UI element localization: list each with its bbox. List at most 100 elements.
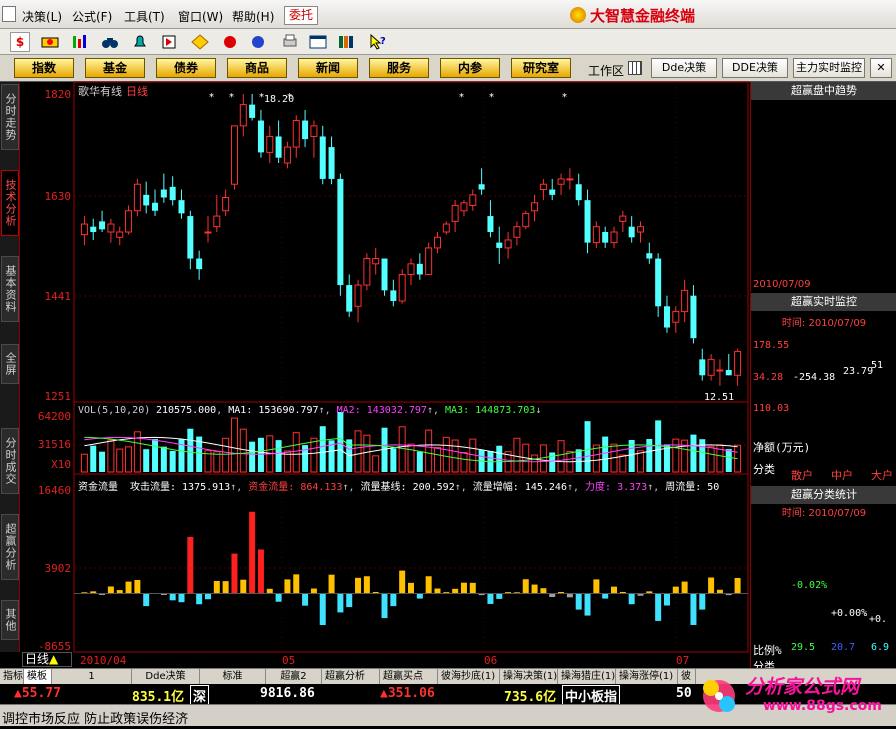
flow-bar [585, 594, 591, 616]
bottom-tab-chaoying2[interactable]: 超赢2 [266, 669, 322, 685]
star-marker: * [229, 92, 234, 103]
volume-bar [152, 439, 158, 472]
flow-bar [408, 583, 414, 594]
flow-legend-item: 攻击流量: 1375.913 [130, 482, 230, 493]
bottom-tab-standard[interactable]: 标准 [200, 669, 266, 685]
volume-bar [637, 451, 643, 472]
bottom-tab-chaoying-buy[interactable]: 超赢买点 [380, 669, 438, 685]
candle-body [311, 126, 317, 137]
volume-bar [117, 449, 123, 472]
stats-ratio-label: 比例% [753, 642, 782, 658]
flow-bar [461, 583, 467, 594]
volume-bar [426, 430, 432, 472]
candle-body [170, 187, 176, 200]
candle-body [726, 370, 732, 375]
ticker-sme-label[interactable]: 中小板指 [562, 685, 620, 706]
flow-bar [699, 594, 705, 610]
candle-body [276, 136, 282, 157]
volume-bar [187, 429, 193, 472]
vol-title: VOL(5,10,20) [78, 405, 150, 416]
bottom-tab-indicator[interactable]: 指标 [0, 669, 24, 685]
candle-body [593, 227, 599, 243]
flow-tick-2: 3902 [21, 562, 71, 575]
flow-legend-item: 流量增幅: 145.246 [473, 482, 567, 493]
bottom-tab-1[interactable]: 1 [52, 669, 132, 685]
price-tick-2: 1630 [21, 190, 71, 203]
candle-body [690, 296, 696, 338]
bottom-tab-dde[interactable]: Dde决策 [132, 669, 200, 685]
flow-bar [390, 594, 396, 607]
volume-bar [699, 439, 705, 472]
candle-body [223, 197, 229, 210]
volume-bar [373, 456, 379, 472]
flow-bar [214, 581, 220, 594]
volume-bar [337, 412, 343, 472]
bottom-tab-decision[interactable]: 操海决策(1) [500, 669, 558, 685]
flow-bar [143, 594, 149, 607]
flow-bar [108, 586, 114, 593]
candle-body [549, 190, 555, 195]
candle-body [240, 105, 246, 126]
volume-bar [549, 452, 555, 472]
bottom-tab-bottom-fishing[interactable]: 彼海抄底(1) [438, 669, 500, 685]
flow-bar [708, 578, 714, 594]
period-label[interactable]: 日线 [126, 83, 148, 99]
volume-bar [170, 451, 176, 472]
candle-body [346, 285, 352, 312]
candle-body [487, 216, 493, 232]
watermark-url: www.88gs.com [763, 698, 882, 714]
trend-title: 超赢盘中趋势 [751, 82, 896, 100]
candle-body [496, 243, 502, 248]
volume-bar [646, 439, 652, 472]
flow-bar [664, 594, 670, 606]
flow-bar [267, 589, 273, 594]
bottom-tab-template[interactable]: 模板 [24, 669, 52, 685]
volume-bar [231, 418, 237, 472]
monitor-cat-big: 大户 [871, 467, 893, 483]
ticker-index-sme: 50 [676, 686, 692, 701]
candle-body [585, 200, 591, 242]
flow-bar [329, 575, 335, 594]
period-indicator[interactable]: 日线▲ [22, 652, 72, 667]
bottom-tab-chaoying-analysis[interactable]: 超赢分析 [322, 669, 380, 685]
candle-body [426, 248, 432, 275]
flow-bar [302, 594, 308, 606]
monitor-category-label: 分类 [753, 461, 775, 477]
candle-body [417, 264, 423, 275]
flow-bar [487, 594, 493, 604]
flow-bar [258, 550, 264, 594]
monitor-val-mid: 23.79 [843, 366, 873, 377]
flow-bar [399, 571, 405, 594]
candle-body [452, 205, 458, 221]
flow-bar [284, 579, 290, 593]
volume-bar [585, 421, 591, 472]
news-headline[interactable]: 调控市场反应 防止政策误伤经济 [2, 708, 188, 727]
flow-bar [655, 594, 661, 621]
ticker-change-1: ▲55.77 [14, 686, 61, 701]
bottom-tab-hunt[interactable]: 操海猎庄(1) [558, 669, 616, 685]
bottom-tab-limit-up[interactable]: 操海涨停(1) [616, 669, 678, 685]
candle-body [532, 203, 538, 211]
flow-bar [346, 594, 352, 608]
flow-title: 资金流量 [78, 478, 118, 493]
flow-bar [576, 594, 582, 610]
flow-bar [470, 583, 476, 594]
flow-bar [382, 594, 388, 619]
candle-body [479, 184, 485, 189]
monitor-tick-2: 34.28 [753, 372, 783, 383]
flow-bar [682, 582, 688, 594]
flow-bar [320, 594, 326, 625]
candle-body [214, 216, 220, 227]
volume-bar [408, 444, 414, 472]
volume-bar [99, 452, 105, 472]
flow-panel-border [74, 474, 748, 652]
stats-ratio-retail: 29.5 [791, 642, 815, 653]
flow-bar [364, 576, 370, 593]
candle-body [382, 259, 388, 291]
flow-bar [532, 585, 538, 594]
ticker-sz-label[interactable]: 深 [190, 685, 209, 706]
flow-bar [231, 554, 237, 594]
star-marker: * [459, 92, 464, 103]
stock-name: 歌华有线 [78, 83, 122, 99]
candle-body [90, 227, 96, 232]
